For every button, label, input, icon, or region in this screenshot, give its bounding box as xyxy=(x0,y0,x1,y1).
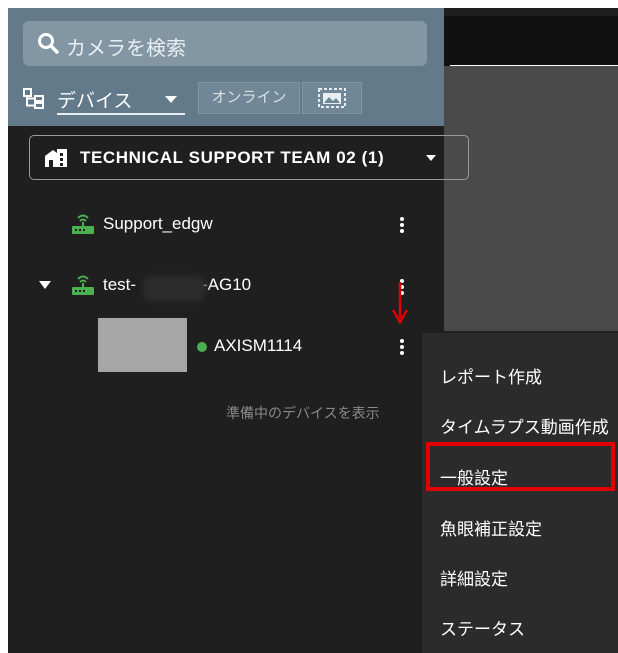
router-icon xyxy=(70,213,96,240)
search-icon xyxy=(36,31,60,60)
camera-thumbnail[interactable] xyxy=(98,318,187,372)
menu-item-advanced-settings[interactable]: 詳細設定 xyxy=(440,565,508,590)
camera-preview-panel xyxy=(444,16,618,331)
online-filter-button[interactable]: オンライン xyxy=(198,82,300,114)
show-pending-devices-link[interactable]: 準備中のデバイスを表示 xyxy=(226,403,380,423)
more-options-icon[interactable] xyxy=(400,217,404,233)
router-icon xyxy=(70,274,96,301)
image-icon xyxy=(318,88,346,108)
app-window: カメラを検索 デバイス オンライン TECHNICAL SUPPORT TEAM… xyxy=(8,8,618,653)
team-selector[interactable]: TECHNICAL SUPPORT TEAM 02 (1) xyxy=(29,135,469,180)
team-name: TECHNICAL SUPPORT TEAM 02 (1) xyxy=(80,148,385,167)
device-name: Support_edgw xyxy=(103,214,213,233)
redacted-text xyxy=(143,276,206,301)
expand-arrow-icon[interactable] xyxy=(39,281,51,289)
menu-item-report[interactable]: レポート作成 xyxy=(440,363,542,388)
device-view-select[interactable]: デバイス xyxy=(57,86,132,113)
menu-item-status[interactable]: ステータス xyxy=(440,615,525,640)
menu-item-timelapse[interactable]: タイムラプス動画作成 xyxy=(440,413,609,438)
device-name-suffix: -AG10 xyxy=(202,275,252,294)
camera-search-input[interactable]: カメラを検索 xyxy=(23,21,427,66)
tree-view-icon xyxy=(23,88,45,115)
sidebar-header: カメラを検索 デバイス オンライン xyxy=(8,8,444,126)
device-select-underline xyxy=(57,113,185,115)
more-options-icon[interactable] xyxy=(400,339,404,355)
highlight-box-annotation xyxy=(426,442,615,491)
context-menu: レポート作成 タイムラプス動画作成 一般設定 魚眼補正設定 詳細設定 ステータス xyxy=(422,333,618,653)
building-icon xyxy=(44,148,68,173)
camera-preview-image xyxy=(444,66,618,331)
online-status-dot xyxy=(197,342,207,352)
device-name-prefix: test- xyxy=(103,275,137,294)
tree-item-test-ag10[interactable]: test- -AG10 xyxy=(70,274,410,298)
search-placeholder: カメラを検索 xyxy=(66,38,186,60)
red-arrow-annotation xyxy=(392,282,408,325)
camera-name[interactable]: AXISM1114 xyxy=(214,336,302,356)
device-filter-row: デバイス オンライン xyxy=(23,82,443,116)
chevron-down-icon[interactable] xyxy=(165,96,177,103)
tree-item-support-edgw[interactable]: Support_edgw xyxy=(70,213,410,237)
menu-item-fisheye-settings[interactable]: 魚眼補正設定 xyxy=(440,515,542,540)
image-view-toggle[interactable] xyxy=(302,82,362,114)
chevron-down-icon xyxy=(426,155,436,161)
